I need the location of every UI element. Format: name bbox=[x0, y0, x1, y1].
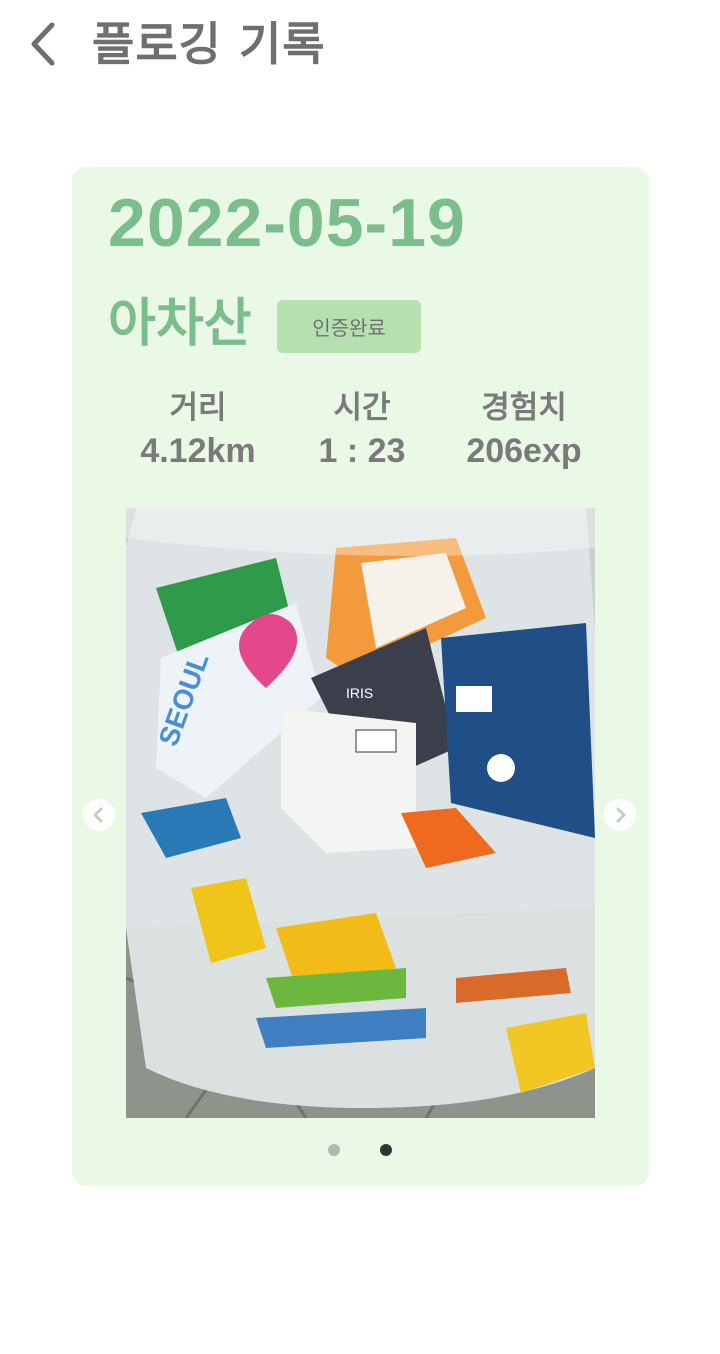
carousel-indicator bbox=[72, 1144, 649, 1158]
photo-carousel[interactable]: SEOUL IRIS bbox=[72, 507, 649, 1119]
stat-time: 시간 1 : 23 bbox=[277, 387, 447, 473]
carousel-dot[interactable] bbox=[328, 1144, 340, 1156]
carousel-prev-button[interactable] bbox=[83, 799, 115, 831]
carousel-dot[interactable] bbox=[380, 1144, 392, 1156]
svg-text:IRIS: IRIS bbox=[346, 685, 373, 701]
stat-label: 시간 bbox=[333, 390, 391, 426]
back-button[interactable] bbox=[18, 14, 66, 74]
stat-exp: 경험치 206exp bbox=[439, 387, 609, 473]
stat-value: 4.12km bbox=[140, 432, 256, 470]
chevron-left-icon bbox=[31, 22, 55, 66]
stat-value: 206exp bbox=[466, 432, 582, 470]
page-title: 플로깅 기록 bbox=[92, 17, 326, 71]
app-header: 플로깅 기록 bbox=[0, 0, 720, 90]
carousel-next-button[interactable] bbox=[604, 799, 636, 831]
record-place: 아차산 bbox=[108, 294, 252, 354]
trash-bag-photo: SEOUL IRIS bbox=[126, 508, 595, 1118]
record-date: 2022-05-19 bbox=[108, 185, 466, 261]
stat-label: 거리 bbox=[169, 390, 227, 426]
plogging-record-card: 2022-05-19 아차산 인증완료 거리 4.12km 시간 1 : 23 … bbox=[72, 167, 649, 1186]
stat-label: 경험치 bbox=[481, 390, 567, 426]
chevron-right-circle-icon bbox=[616, 807, 626, 823]
verified-badge: 인증완료 bbox=[277, 300, 421, 353]
chevron-left-circle-icon bbox=[93, 807, 103, 823]
stat-distance: 거리 4.12km bbox=[113, 387, 283, 473]
stat-value: 1 : 23 bbox=[318, 432, 406, 470]
record-stats: 거리 4.12km 시간 1 : 23 경험치 206exp bbox=[72, 387, 649, 477]
